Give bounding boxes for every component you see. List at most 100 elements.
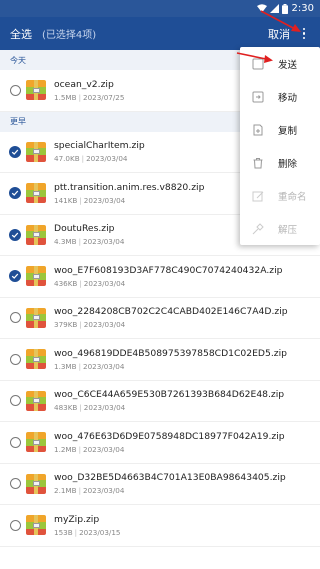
file-size: 483KB (54, 403, 78, 413)
file-meta: 47.0KB | 2023/03/04 (54, 154, 145, 163)
selection-checkbox[interactable] (0, 228, 24, 241)
signal-icon (269, 4, 279, 13)
meta-separator: | (78, 92, 81, 102)
send-icon (252, 58, 264, 70)
checked-circle-icon[interactable] (9, 270, 21, 283)
file-meta: 1.3MB | 2023/03/04 (54, 362, 287, 371)
file-name: woo_2284208CB702C2C4CABD402E146C7A4D.zip (54, 306, 288, 318)
unchecked-circle-icon[interactable] (10, 519, 21, 531)
unchecked-circle-icon[interactable] (10, 312, 21, 324)
file-size: 47.0KB (54, 154, 80, 164)
unchecked-circle-icon[interactable] (10, 436, 21, 448)
file-info: woo_476E63D6D9E0758948DC18977F042A19.zip… (54, 431, 285, 454)
zip-file-icon (26, 80, 46, 101)
unchecked-circle-icon[interactable] (10, 84, 21, 96)
selection-checkbox[interactable] (0, 353, 24, 365)
file-name: ocean_v2.zip (54, 78, 114, 90)
select-all-button[interactable]: 全选 (10, 26, 32, 42)
file-info: myZip.zip 153B | 2023/03/15 (54, 514, 121, 537)
more-vert-icon[interactable] (298, 24, 310, 44)
selection-checkbox[interactable] (0, 270, 24, 283)
move-icon (252, 91, 264, 103)
menu-item-label: 移动 (278, 92, 298, 104)
file-row[interactable]: woo_C6CE44A659E530B7261393B684D62E48.zip… (0, 381, 320, 422)
file-row[interactable]: myZip.zip 153B | 2023/03/15 (0, 505, 320, 547)
zip-file-icon (26, 183, 46, 204)
zip-file-icon (26, 432, 46, 453)
selected-count-label: (已选择4项) (42, 30, 97, 41)
file-name: woo_D32BE5D4663B4C701A13E0BA98643405.zip (54, 472, 286, 484)
selection-checkbox[interactable] (0, 478, 24, 490)
file-name: woo_496819DDE4B508975397858CD1C02ED5.zip (54, 347, 287, 359)
meta-separator: | (81, 154, 85, 164)
status-time: 2:30 (291, 3, 314, 14)
unchecked-circle-icon[interactable] (10, 353, 21, 365)
selection-checkbox[interactable] (0, 436, 24, 448)
status-bar: 2:30 (0, 0, 320, 17)
file-date: 2023/03/04 (86, 154, 128, 164)
zip-file-icon (26, 473, 46, 494)
unchecked-circle-icon[interactable] (10, 478, 21, 490)
checked-circle-icon[interactable] (9, 228, 21, 241)
file-info: woo_E7F608193D3AF778C490C7074240432A.zip… (54, 265, 282, 288)
file-info: woo_C6CE44A659E530B7261393B684D62E48.zip… (54, 389, 284, 412)
cancel-button[interactable]: 取消 (268, 26, 290, 42)
menu-item-label: 复制 (278, 125, 298, 137)
file-meta: 141KB | 2023/03/04 (54, 196, 204, 205)
zip-file-icon (26, 307, 46, 328)
selection-checkbox[interactable] (0, 84, 24, 96)
selection-checkbox[interactable] (0, 312, 24, 324)
file-meta: 1.5MB | 2023/07/25 (54, 93, 124, 102)
unchecked-circle-icon[interactable] (10, 395, 21, 407)
selection-checkbox[interactable] (0, 145, 24, 158)
file-meta: 2.1MB | 2023/03/04 (54, 486, 286, 495)
file-info: DoutuRes.zip 4.3MB | 2023/03/04 (54, 223, 124, 246)
file-meta: 483KB | 2023/03/04 (54, 403, 284, 412)
checked-circle-icon[interactable] (9, 187, 21, 200)
meta-separator: | (78, 444, 81, 454)
file-meta: 153B | 2023/03/15 (54, 528, 121, 537)
menu-item-label: 删除 (278, 158, 298, 170)
file-row[interactable]: woo_496819DDE4B508975397858CD1C02ED5.zip… (0, 339, 320, 381)
file-row[interactable]: woo_E7F608193D3AF778C490C7074240432A.zip… (0, 256, 320, 298)
selection-checkbox[interactable] (0, 187, 24, 200)
menu-item-copy[interactable]: 复制 (240, 113, 320, 146)
meta-separator: | (74, 527, 78, 537)
file-meta: 436KB | 2023/03/04 (54, 279, 282, 288)
selection-checkbox[interactable] (0, 395, 24, 407)
file-size: 153B (54, 527, 73, 537)
file-info: ocean_v2.zip 1.5MB | 2023/07/25 (54, 79, 124, 102)
file-date: 2023/03/04 (83, 486, 125, 496)
file-size: 1.2MB (54, 444, 77, 454)
menu-item-move[interactable]: 移动 (240, 80, 320, 113)
zip-file-icon (26, 390, 46, 411)
file-name: woo_476E63D6D9E0758948DC18977F042A19.zip (54, 430, 285, 442)
menu-item-delete[interactable]: 删除 (240, 146, 320, 179)
file-date: 2023/03/04 (83, 361, 125, 371)
menu-item-send[interactable]: 发送 (240, 47, 320, 80)
file-info: woo_D32BE5D4663B4C701A13E0BA98643405.zip… (54, 472, 286, 495)
file-date: 2023/07/25 (83, 92, 125, 102)
selection-checkbox[interactable] (0, 519, 24, 531)
checked-circle-icon[interactable] (9, 145, 21, 158)
file-meta: 1.2MB | 2023/03/04 (54, 445, 285, 454)
file-row[interactable]: woo_476E63D6D9E0758948DC18977F042A19.zip… (0, 422, 320, 464)
meta-separator: | (79, 320, 82, 330)
action-menu: 发送移动复制删除重命名解压 (240, 47, 320, 245)
file-row[interactable]: woo_2284208CB702C2C4CABD402E146C7A4D.zip… (0, 298, 320, 339)
file-date: 2023/03/04 (83, 320, 126, 330)
file-size: 436KB (54, 278, 78, 288)
zip-file-icon (26, 349, 46, 370)
file-date: 2023/03/15 (79, 527, 121, 537)
meta-separator: | (79, 403, 82, 413)
menu-item-extract: 解压 (240, 212, 320, 245)
file-meta: 379KB | 2023/03/04 (54, 320, 288, 329)
status-icons (256, 3, 288, 14)
menu-item-rename: 重命名 (240, 179, 320, 212)
menu-item-label: 解压 (278, 224, 298, 236)
copy-icon (252, 124, 264, 136)
file-name: ptt.transition.anim.res.v8820.zip (54, 181, 205, 193)
file-size: 2.1MB (54, 486, 77, 496)
file-row[interactable]: woo_D32BE5D4663B4C701A13E0BA98643405.zip… (0, 464, 320, 505)
file-size: 1.3MB (54, 361, 77, 371)
